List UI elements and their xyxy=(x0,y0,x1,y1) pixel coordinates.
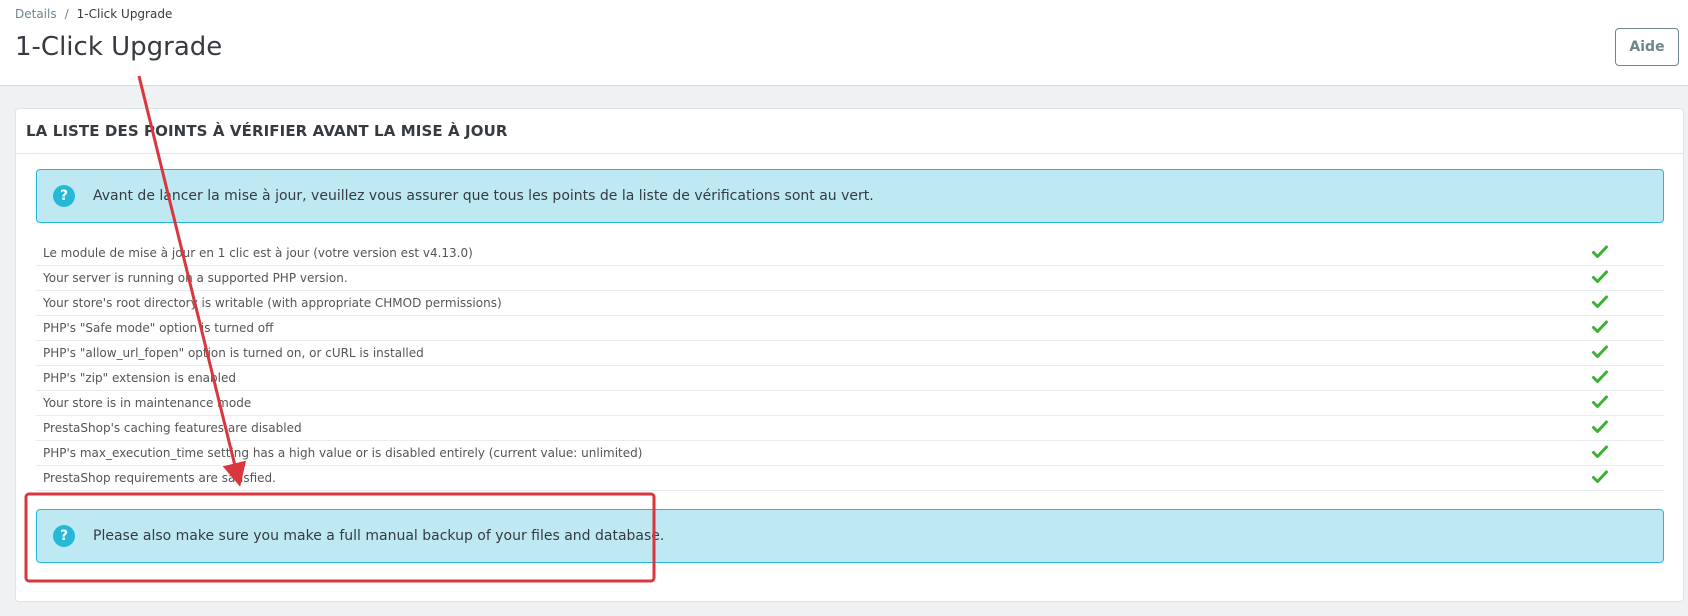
page-title: 1-Click Upgrade xyxy=(15,32,223,62)
check-icon xyxy=(1592,320,1608,333)
breadcrumb-separator: / xyxy=(64,7,69,21)
breadcrumb-parent[interactable]: Details xyxy=(15,7,57,21)
checklist-row: Your store's root directory is writable … xyxy=(36,291,1664,316)
checklist-row: PHP's max_execution_time setting has a h… xyxy=(36,441,1664,466)
checklist-table: Le module de mise à jour en 1 clic est à… xyxy=(36,241,1664,491)
checklist-item-label: Your store is in maintenance mode xyxy=(43,396,252,410)
checklist-row: PHP's "Safe mode" option is turned off xyxy=(36,316,1664,341)
info-alert-text: Avant de lancer la mise à jour, veuillez… xyxy=(93,188,874,204)
checklist-row: PHP's "zip" extension is enabled xyxy=(36,366,1664,391)
checklist-item-label: Le module de mise à jour en 1 clic est à… xyxy=(43,246,473,260)
checklist-item-label: PHP's "Safe mode" option is turned off xyxy=(43,321,274,335)
checklist-item-label: Your server is running on a supported PH… xyxy=(43,271,348,285)
checklist-row: PHP's "allow_url_fopen" option is turned… xyxy=(36,341,1664,366)
check-icon xyxy=(1592,395,1608,408)
checklist-item-label: PrestaShop requirements are satisfied. xyxy=(43,471,276,485)
panel-heading: LA LISTE DES POINTS À VÉRIFIER AVANT LA … xyxy=(16,109,1683,154)
question-circle-icon: ? xyxy=(53,185,75,207)
check-icon xyxy=(1592,245,1608,258)
checklist-row: Your store is in maintenance mode xyxy=(36,391,1664,416)
checklist-item-label: PHP's "zip" extension is enabled xyxy=(43,371,236,385)
check-icon xyxy=(1592,270,1608,283)
check-icon xyxy=(1592,470,1608,483)
breadcrumb-current: 1-Click Upgrade xyxy=(76,7,173,21)
question-circle-icon: ? xyxy=(53,525,75,547)
checklist-panel: LA LISTE DES POINTS À VÉRIFIER AVANT LA … xyxy=(15,108,1684,602)
check-icon xyxy=(1592,370,1608,383)
help-button[interactable]: Aide xyxy=(1615,28,1679,66)
check-icon xyxy=(1592,420,1608,433)
breadcrumb: Details / 1-Click Upgrade xyxy=(15,7,172,21)
page-header: Details/1-Click Upgrade 1-Click Upgrade … xyxy=(0,0,1688,86)
checklist-row: PrestaShop's caching features are disabl… xyxy=(36,416,1664,441)
check-icon xyxy=(1592,295,1608,308)
check-icon xyxy=(1592,345,1608,358)
checklist-item-label: PrestaShop's caching features are disabl… xyxy=(43,421,302,435)
check-icon xyxy=(1592,445,1608,458)
backup-alert: ? Please also make sure you make a full … xyxy=(36,509,1664,563)
checklist-item-label: Your store's root directory is writable … xyxy=(43,296,502,310)
info-alert: ? Avant de lancer la mise à jour, veuill… xyxy=(36,169,1664,223)
checklist-row: Le module de mise à jour en 1 clic est à… xyxy=(36,241,1664,266)
checklist-item-label: PHP's max_execution_time setting has a h… xyxy=(43,446,643,460)
backup-alert-text: Please also make sure you make a full ma… xyxy=(93,528,665,544)
checklist-item-label: PHP's "allow_url_fopen" option is turned… xyxy=(43,346,424,360)
checklist-row: PrestaShop requirements are satisfied. xyxy=(36,466,1664,491)
checklist-row: Your server is running on a supported PH… xyxy=(36,266,1664,291)
